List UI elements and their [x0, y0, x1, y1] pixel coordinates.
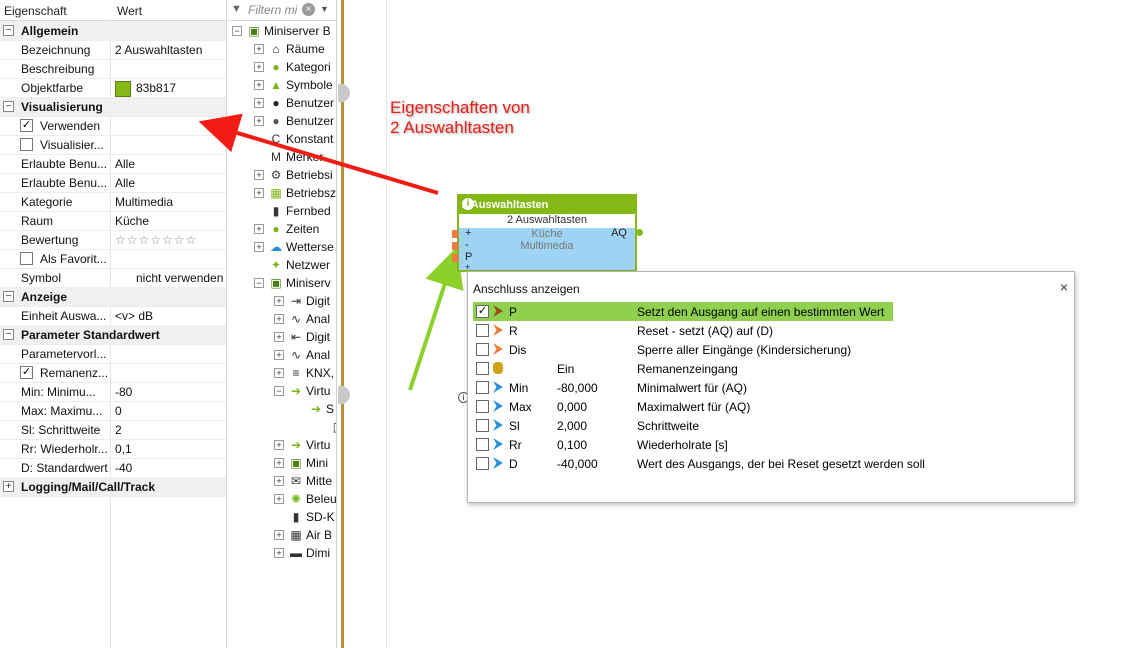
connection-name: Dis — [509, 343, 527, 357]
input-pin-plus[interactable]: + — [465, 227, 471, 239]
connection-checkbox[interactable] — [476, 419, 489, 432]
connection-checkbox[interactable] — [476, 343, 489, 356]
input-connector-icon[interactable] — [452, 242, 458, 250]
connection-description: Minimalwert für (AQ) — [637, 381, 748, 395]
connection-description: Schrittweite — [637, 419, 700, 433]
connection-value: Ein — [557, 362, 575, 376]
connection-description: Reset - setzt (AQ) auf (D) — [637, 324, 774, 338]
connector-orange-icon — [493, 324, 503, 336]
connection-description: Wert des Ausgangs, der bei Reset gesetzt… — [637, 457, 925, 471]
connection-row[interactable]: Sl 2,000 Schrittweite — [473, 416, 893, 435]
connector-blue-icon — [493, 438, 503, 450]
popup-title: Anschluss anzeigen — [473, 282, 580, 296]
connection-checkbox[interactable] — [476, 438, 489, 451]
output-connector-icon[interactable] — [636, 229, 643, 236]
input-pin-minus[interactable]: - — [465, 239, 469, 251]
connection-checkbox[interactable] — [476, 400, 489, 413]
connection-value: 2,000 — [557, 419, 588, 433]
connection-name: Max — [509, 400, 532, 414]
connection-checkbox[interactable] — [476, 381, 489, 394]
close-icon[interactable]: × — [1060, 279, 1068, 295]
connection-checkbox[interactable]: ✓ — [476, 305, 489, 318]
remanence-icon — [493, 362, 503, 374]
connection-value: -40,000 — [557, 457, 598, 471]
connection-popup: Anschluss anzeigen × ✓ P Setzt den Ausgang… — [467, 271, 1075, 503]
connection-value: -80,000 — [557, 381, 598, 395]
connection-checkbox[interactable] — [476, 457, 489, 470]
connection-name: Min — [509, 381, 529, 395]
input-connector-icon[interactable] — [452, 254, 458, 262]
connection-description: Remanenzeingang — [637, 362, 738, 376]
connection-row[interactable]: D -40,000 Wert des Ausgangs, der bei Reset… — [473, 454, 925, 473]
connection-row[interactable]: ✓ P Setzt den Ausgang auf einen bestimmten… — [473, 302, 893, 321]
red-arrow — [198, 113, 439, 195]
connector-orange-icon — [493, 343, 503, 355]
connection-name: D — [509, 457, 518, 471]
connection-description: Maximalwert für (AQ) — [637, 400, 751, 414]
function-block[interactable]: 2 Auswahltasten i 2 Auswahltasten Küche … — [457, 194, 637, 272]
connector-blue-icon — [493, 381, 503, 393]
connection-row[interactable]: Dis Sperre aller Eingänge (Kindersicherun… — [473, 340, 893, 359]
block-title-bar[interactable]: 2 Auswahltasten i — [459, 196, 635, 214]
output-pin-aq[interactable]: AQ — [611, 227, 627, 239]
connection-name: Rr — [509, 438, 522, 452]
connector-blue-icon — [493, 457, 503, 469]
connection-name: R — [509, 324, 518, 338]
connection-row[interactable]: Min -80,000 Minimalwert für (AQ) — [473, 378, 893, 397]
connection-description: Wiederholrate [s] — [637, 438, 728, 452]
connection-checkbox[interactable] — [476, 362, 489, 375]
connection-row[interactable]: R Reset - setzt (AQ) auf (D) — [473, 321, 893, 340]
block-room: Küche — [531, 228, 563, 240]
connection-value: 0,000 — [557, 400, 588, 414]
connection-row[interactable]: Ein Remanenzeingang — [473, 359, 893, 378]
connection-row[interactable]: Rr 0,100 Wiederholrate [s] — [473, 435, 893, 454]
connection-value: 0,100 — [557, 438, 588, 452]
connection-name: Sl — [509, 419, 520, 433]
block-subtitle: 2 Auswahltasten — [459, 214, 635, 228]
connection-description: Setzt den Ausgang auf einen bestimmten W… — [637, 305, 885, 319]
connection-description: Sperre aller Eingänge (Kindersicherung) — [637, 343, 852, 357]
connection-name: P — [509, 305, 518, 319]
connector-blue-icon — [493, 419, 503, 431]
connection-row[interactable]: Max 0,000 Maximalwert für (AQ) — [473, 397, 893, 416]
info-icon[interactable]: i — [462, 198, 474, 210]
connector-blue-icon — [493, 400, 503, 412]
connector-brown-icon — [493, 305, 503, 317]
block-category: Multimedia — [520, 240, 574, 252]
connection-checkbox[interactable] — [476, 324, 489, 337]
input-connector-icon[interactable] — [452, 230, 458, 238]
block-title: 2 Auswahltasten — [462, 199, 549, 211]
green-arrow — [408, 246, 464, 391]
